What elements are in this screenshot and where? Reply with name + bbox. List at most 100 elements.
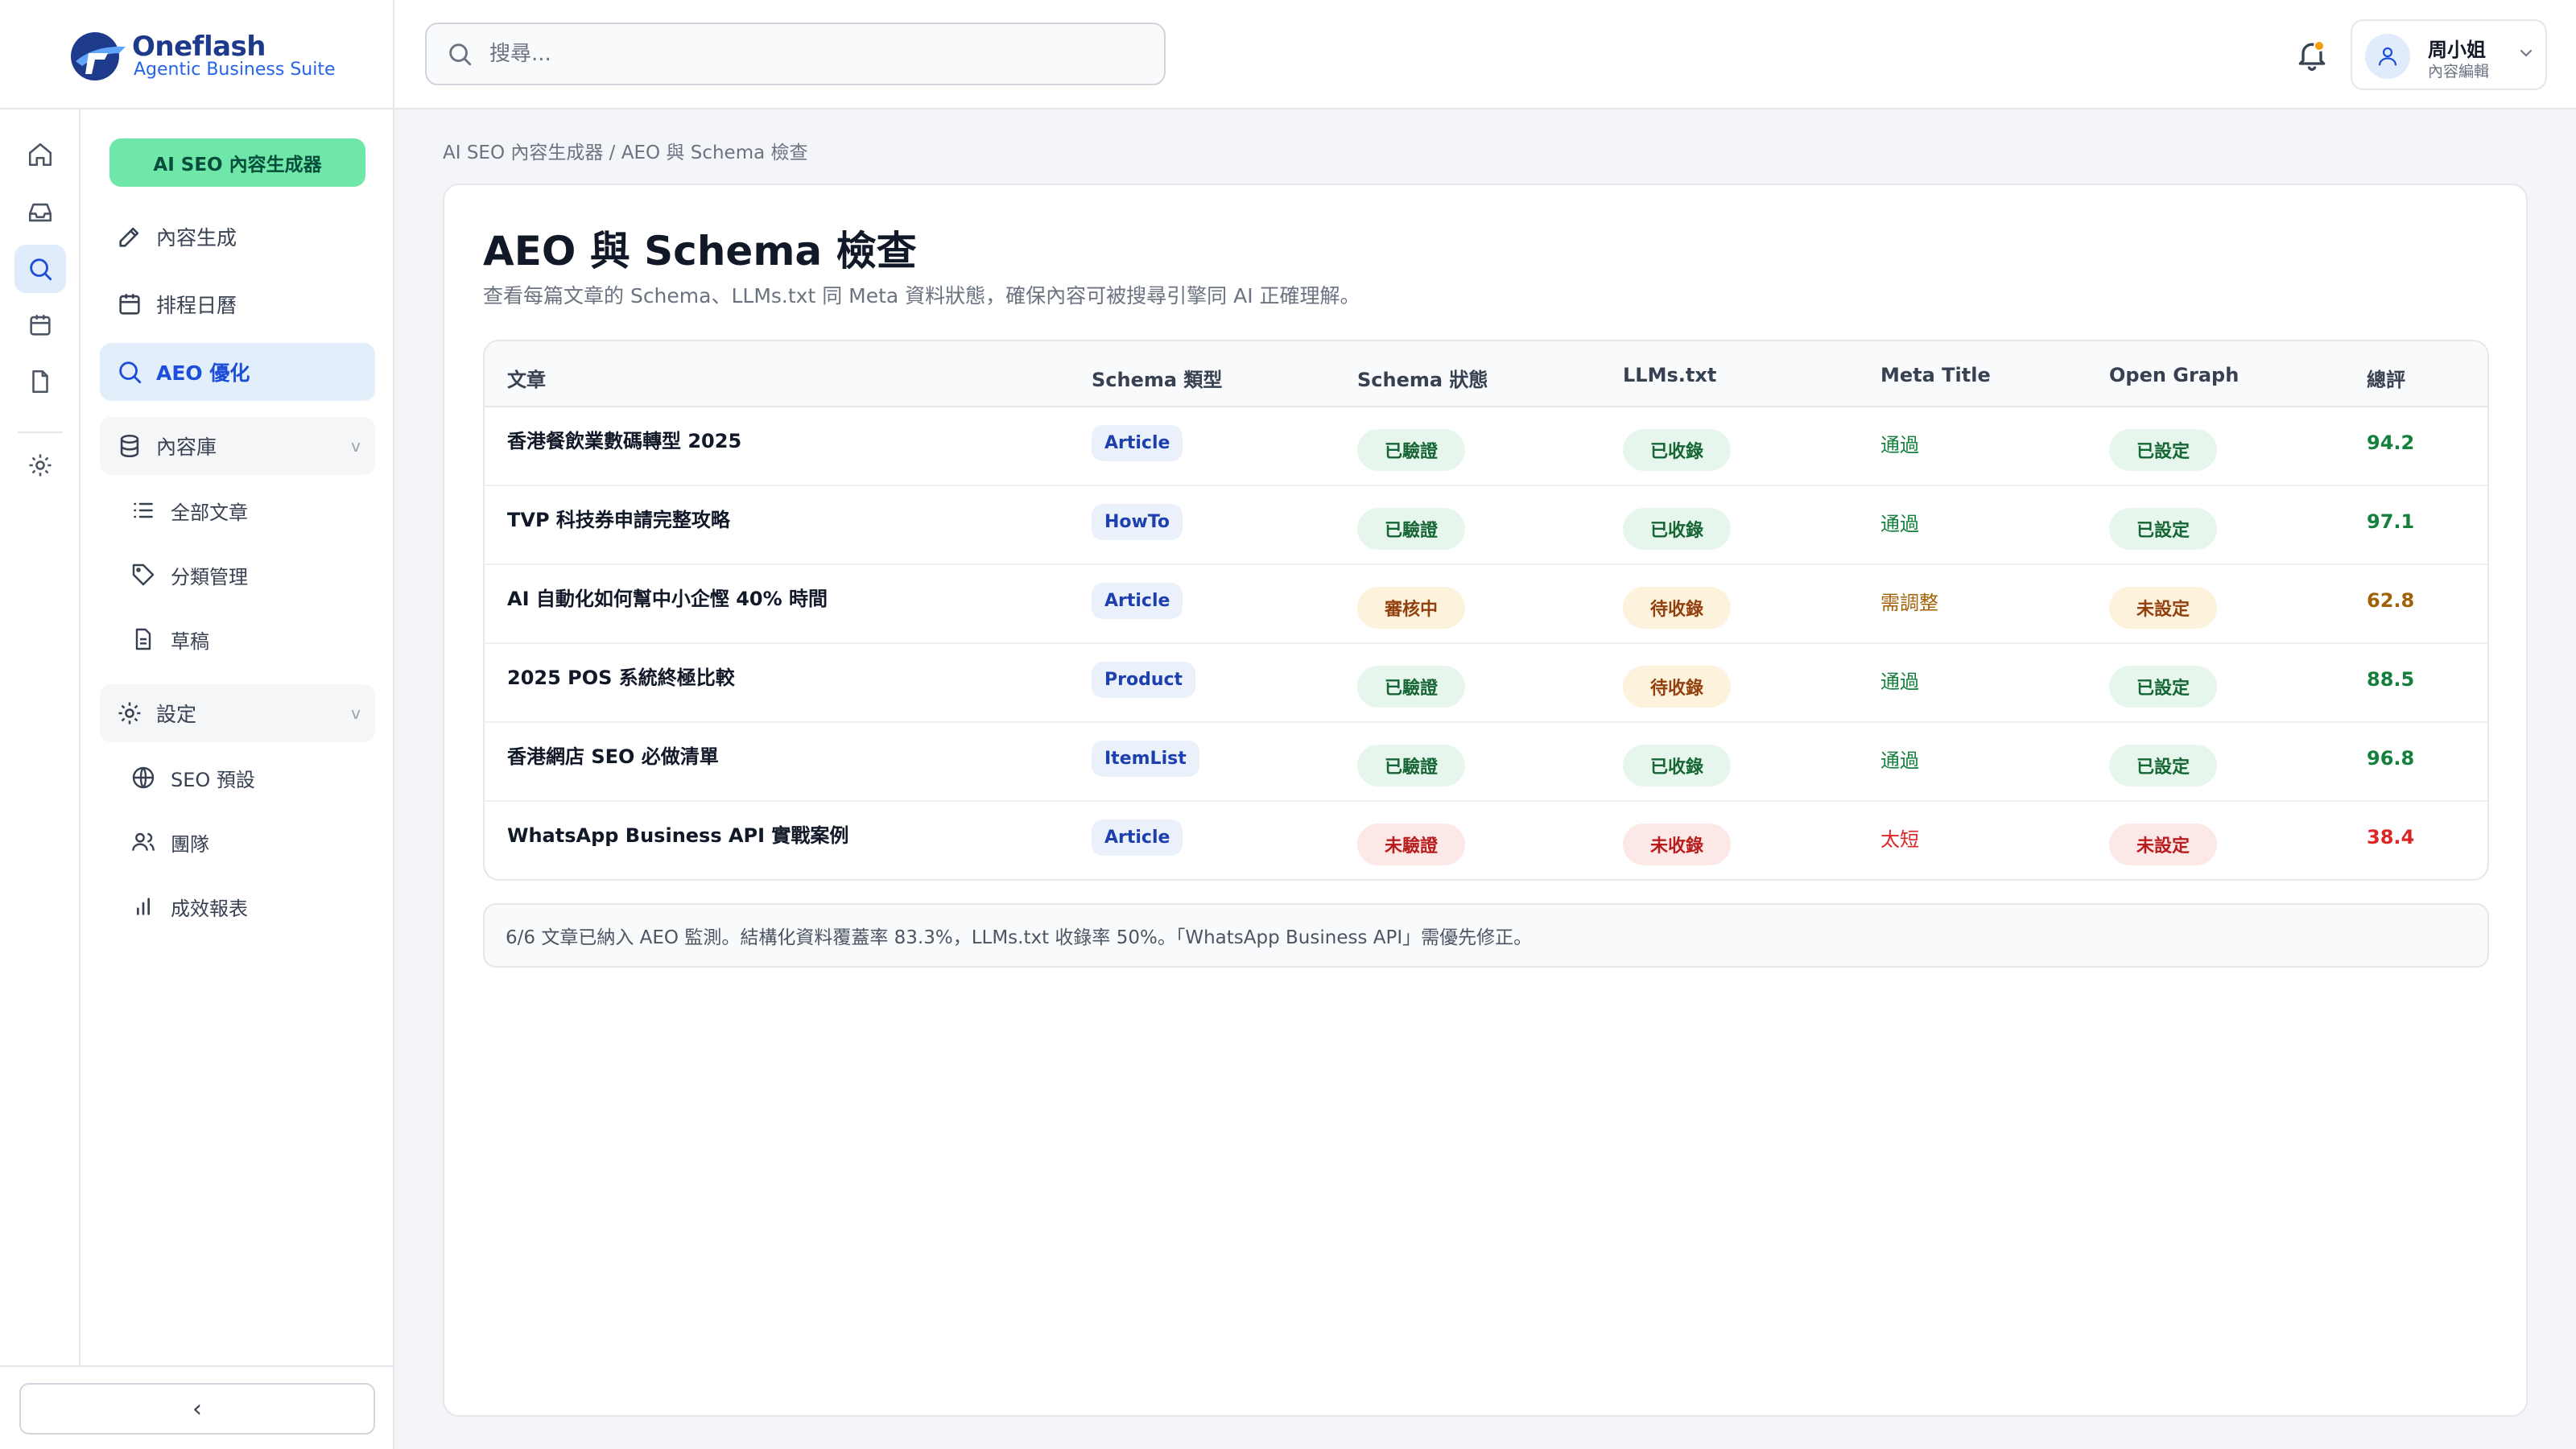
sub-item-label: SEO 預設 <box>171 768 255 791</box>
table-row[interactable]: TVP 科技券申請完整攻略 HowTo 已驗證 已收錄 通過 已設定 97.1 <box>485 486 2487 565</box>
article-title[interactable]: WhatsApp Business API 實戰案例 <box>507 794 848 873</box>
rail-settings-button[interactable] <box>14 441 66 489</box>
col-schema-type[interactable]: Schema 類型 <box>1092 364 1222 392</box>
schema-status-badge: 已驗證 <box>1357 429 1466 471</box>
article-title[interactable]: TVP 科技券申請完整攻略 <box>507 478 730 557</box>
open-graph-badge: 已設定 <box>2109 666 2218 708</box>
table-row[interactable]: 2025 POS 系統終極比較 Product 已驗證 待收錄 通過 已設定 88.5 <box>485 644 2487 723</box>
score-value: 88.5 <box>2367 668 2415 691</box>
nav-group-label: 設定 <box>156 703 197 726</box>
document-icon <box>130 626 156 652</box>
collapse-sidebar-button[interactable]: ‹ <box>19 1383 375 1435</box>
nav-group-library[interactable]: 內容庫 v <box>100 417 375 475</box>
page-title: AEO 與 Schema 檢查 <box>483 228 917 275</box>
score-value: 96.8 <box>2367 747 2415 770</box>
meta-title-status: 太短 <box>1880 828 1919 851</box>
article-title[interactable]: 香港餐飲業數碼轉型 2025 <box>507 399 741 478</box>
open-graph-badge: 未設定 <box>2109 587 2218 629</box>
table-row[interactable]: AI 自動化如何幫中小企慳 40% 時間 Article 審核中 待收錄 需調整 未設定 6… <box>485 565 2487 644</box>
col-schema-status[interactable]: Schema 狀態 <box>1357 364 1488 392</box>
nav-item-label: AEO 優化 <box>156 361 250 385</box>
col-article[interactable]: 文章 <box>507 364 546 392</box>
notification-dot <box>2314 40 2325 52</box>
article-title-text: AI 自動化如何幫中小企慳 40% 時間 <box>507 587 828 610</box>
score-value: 62.8 <box>2367 589 2415 612</box>
article-title-text: 香港網店 SEO 必做清單 <box>507 745 719 768</box>
gear-icon <box>116 700 143 727</box>
llms-status-badge: 待收錄 <box>1623 666 1732 708</box>
brand-name: Oneflash <box>132 31 266 63</box>
article-title[interactable]: 2025 POS 系統終極比較 <box>507 636 735 715</box>
file-icon <box>32 369 48 394</box>
page-subtitle: 查看每篇文章的 Schema、LLMs.txt 同 Meta 資料狀態，確保內容… <box>483 284 1360 308</box>
chevron-down-icon: v <box>351 436 361 456</box>
sidebar-item-drafts[interactable]: 草稿 <box>126 615 367 663</box>
sidebar-item-categories[interactable]: 分類管理 <box>126 551 367 599</box>
llms-status-badge: 已收錄 <box>1623 508 1732 550</box>
search-icon <box>116 358 143 386</box>
rail-search-button[interactable] <box>14 245 66 293</box>
table-row[interactable]: 香港網店 SEO 必做清單 ItemList 已驗證 已收錄 通過 已設定 96.8 <box>485 723 2487 802</box>
oneflash-logo-icon <box>71 32 126 80</box>
sub-item-label: 草稿 <box>171 630 209 653</box>
nav-group-settings[interactable]: 設定 v <box>100 684 375 742</box>
sidebar-item-team[interactable]: 團隊 <box>126 818 367 866</box>
icon-rail <box>0 109 80 1365</box>
nav-item-content[interactable]: 內容生成 <box>100 208 375 266</box>
users-icon <box>130 829 156 855</box>
chevron-left-icon: ‹ <box>192 1394 202 1423</box>
schema-type-badge: Article <box>1092 424 1183 461</box>
bell-icon[interactable] <box>2294 37 2330 72</box>
schema-status-badge: 已驗證 <box>1357 508 1466 550</box>
open-graph-badge: 已設定 <box>2109 429 2218 471</box>
schema-type-badge: Article <box>1092 819 1183 856</box>
database-icon <box>116 432 143 460</box>
breadcrumb[interactable]: AI SEO 內容生成器 / AEO 與 Schema 檢查 <box>443 137 808 164</box>
user-menu[interactable]: 周小姐 內容編輯 <box>2351 19 2547 90</box>
nav-group-label: 內容庫 <box>156 436 217 459</box>
schema-type-badge: HowTo <box>1092 503 1183 540</box>
sidebar-item-seo-presets[interactable]: SEO 預設 <box>126 753 367 802</box>
meta-title-status: 需調整 <box>1880 591 1938 614</box>
user-name: 周小姐 <box>2428 39 2486 61</box>
nav-item-schedule[interactable]: 排程日曆 <box>100 275 375 333</box>
rail-inbox-button[interactable] <box>14 188 66 237</box>
sidebar-item-reports[interactable]: 成效報表 <box>126 882 367 931</box>
open-graph-badge: 未設定 <box>2109 824 2218 865</box>
aeo-panel: AEO 與 Schema 檢查 查看每篇文章的 Schema、LLMs.txt … <box>443 184 2528 1417</box>
chevron-down-icon <box>2520 50 2532 57</box>
sidebar: Oneflash Agentic Business Suite AI SEO 內… <box>0 0 394 1449</box>
schema-status-badge: 審核中 <box>1357 587 1466 629</box>
rail-calendar-button[interactable] <box>14 301 66 349</box>
list-icon <box>130 497 156 523</box>
table-row[interactable]: WhatsApp Business API 實戰案例 Article 未驗證 未收錄 太… <box>485 802 2487 879</box>
search-input[interactable] <box>489 42 1133 66</box>
search-box[interactable] <box>425 23 1166 85</box>
col-llms[interactable]: LLMs.txt <box>1623 364 1716 386</box>
sub-item-label: 全部文章 <box>171 501 248 524</box>
rail-file-button[interactable] <box>14 357 66 406</box>
article-title[interactable]: 香港網店 SEO 必做清單 <box>507 715 719 794</box>
nav-item-aeo[interactable]: AEO 優化 <box>100 343 375 401</box>
sub-item-label: 團隊 <box>171 832 209 856</box>
brand-tagline: Agentic Business Suite <box>134 60 336 80</box>
table-row[interactable]: 香港餐飲業數碼轉型 2025 Article 已驗證 已收錄 通過 已設定 94.2 <box>485 407 2487 486</box>
article-title-text: 2025 POS 系統終極比較 <box>507 666 735 689</box>
schema-status-badge: 已驗證 <box>1357 745 1466 786</box>
sidebar-item-all-articles[interactable]: 全部文章 <box>126 486 367 535</box>
col-open-graph[interactable]: Open Graph <box>2109 364 2239 386</box>
article-title-text: TVP 科技券申請完整攻略 <box>507 508 730 531</box>
meta-title-status: 通過 <box>1880 512 1919 535</box>
schema-type-badge: ItemList <box>1092 740 1199 777</box>
tag-icon <box>130 562 156 588</box>
ai-seo-generator-button[interactable]: AI SEO 內容生成器 <box>109 138 365 187</box>
nav-item-label: 內容生成 <box>156 226 237 250</box>
score-value: 94.2 <box>2367 431 2415 454</box>
rail-home-button[interactable] <box>14 130 66 179</box>
search-icon <box>449 43 472 66</box>
top-bar: 周小姐 內容編輯 <box>394 0 2576 109</box>
col-score[interactable]: 總評 <box>2367 364 2405 392</box>
logo-area: Oneflash Agentic Business Suite <box>0 0 394 109</box>
article-title[interactable]: AI 自動化如何幫中小企慳 40% 時間 <box>507 557 828 636</box>
col-meta-title[interactable]: Meta Title <box>1880 364 1991 386</box>
